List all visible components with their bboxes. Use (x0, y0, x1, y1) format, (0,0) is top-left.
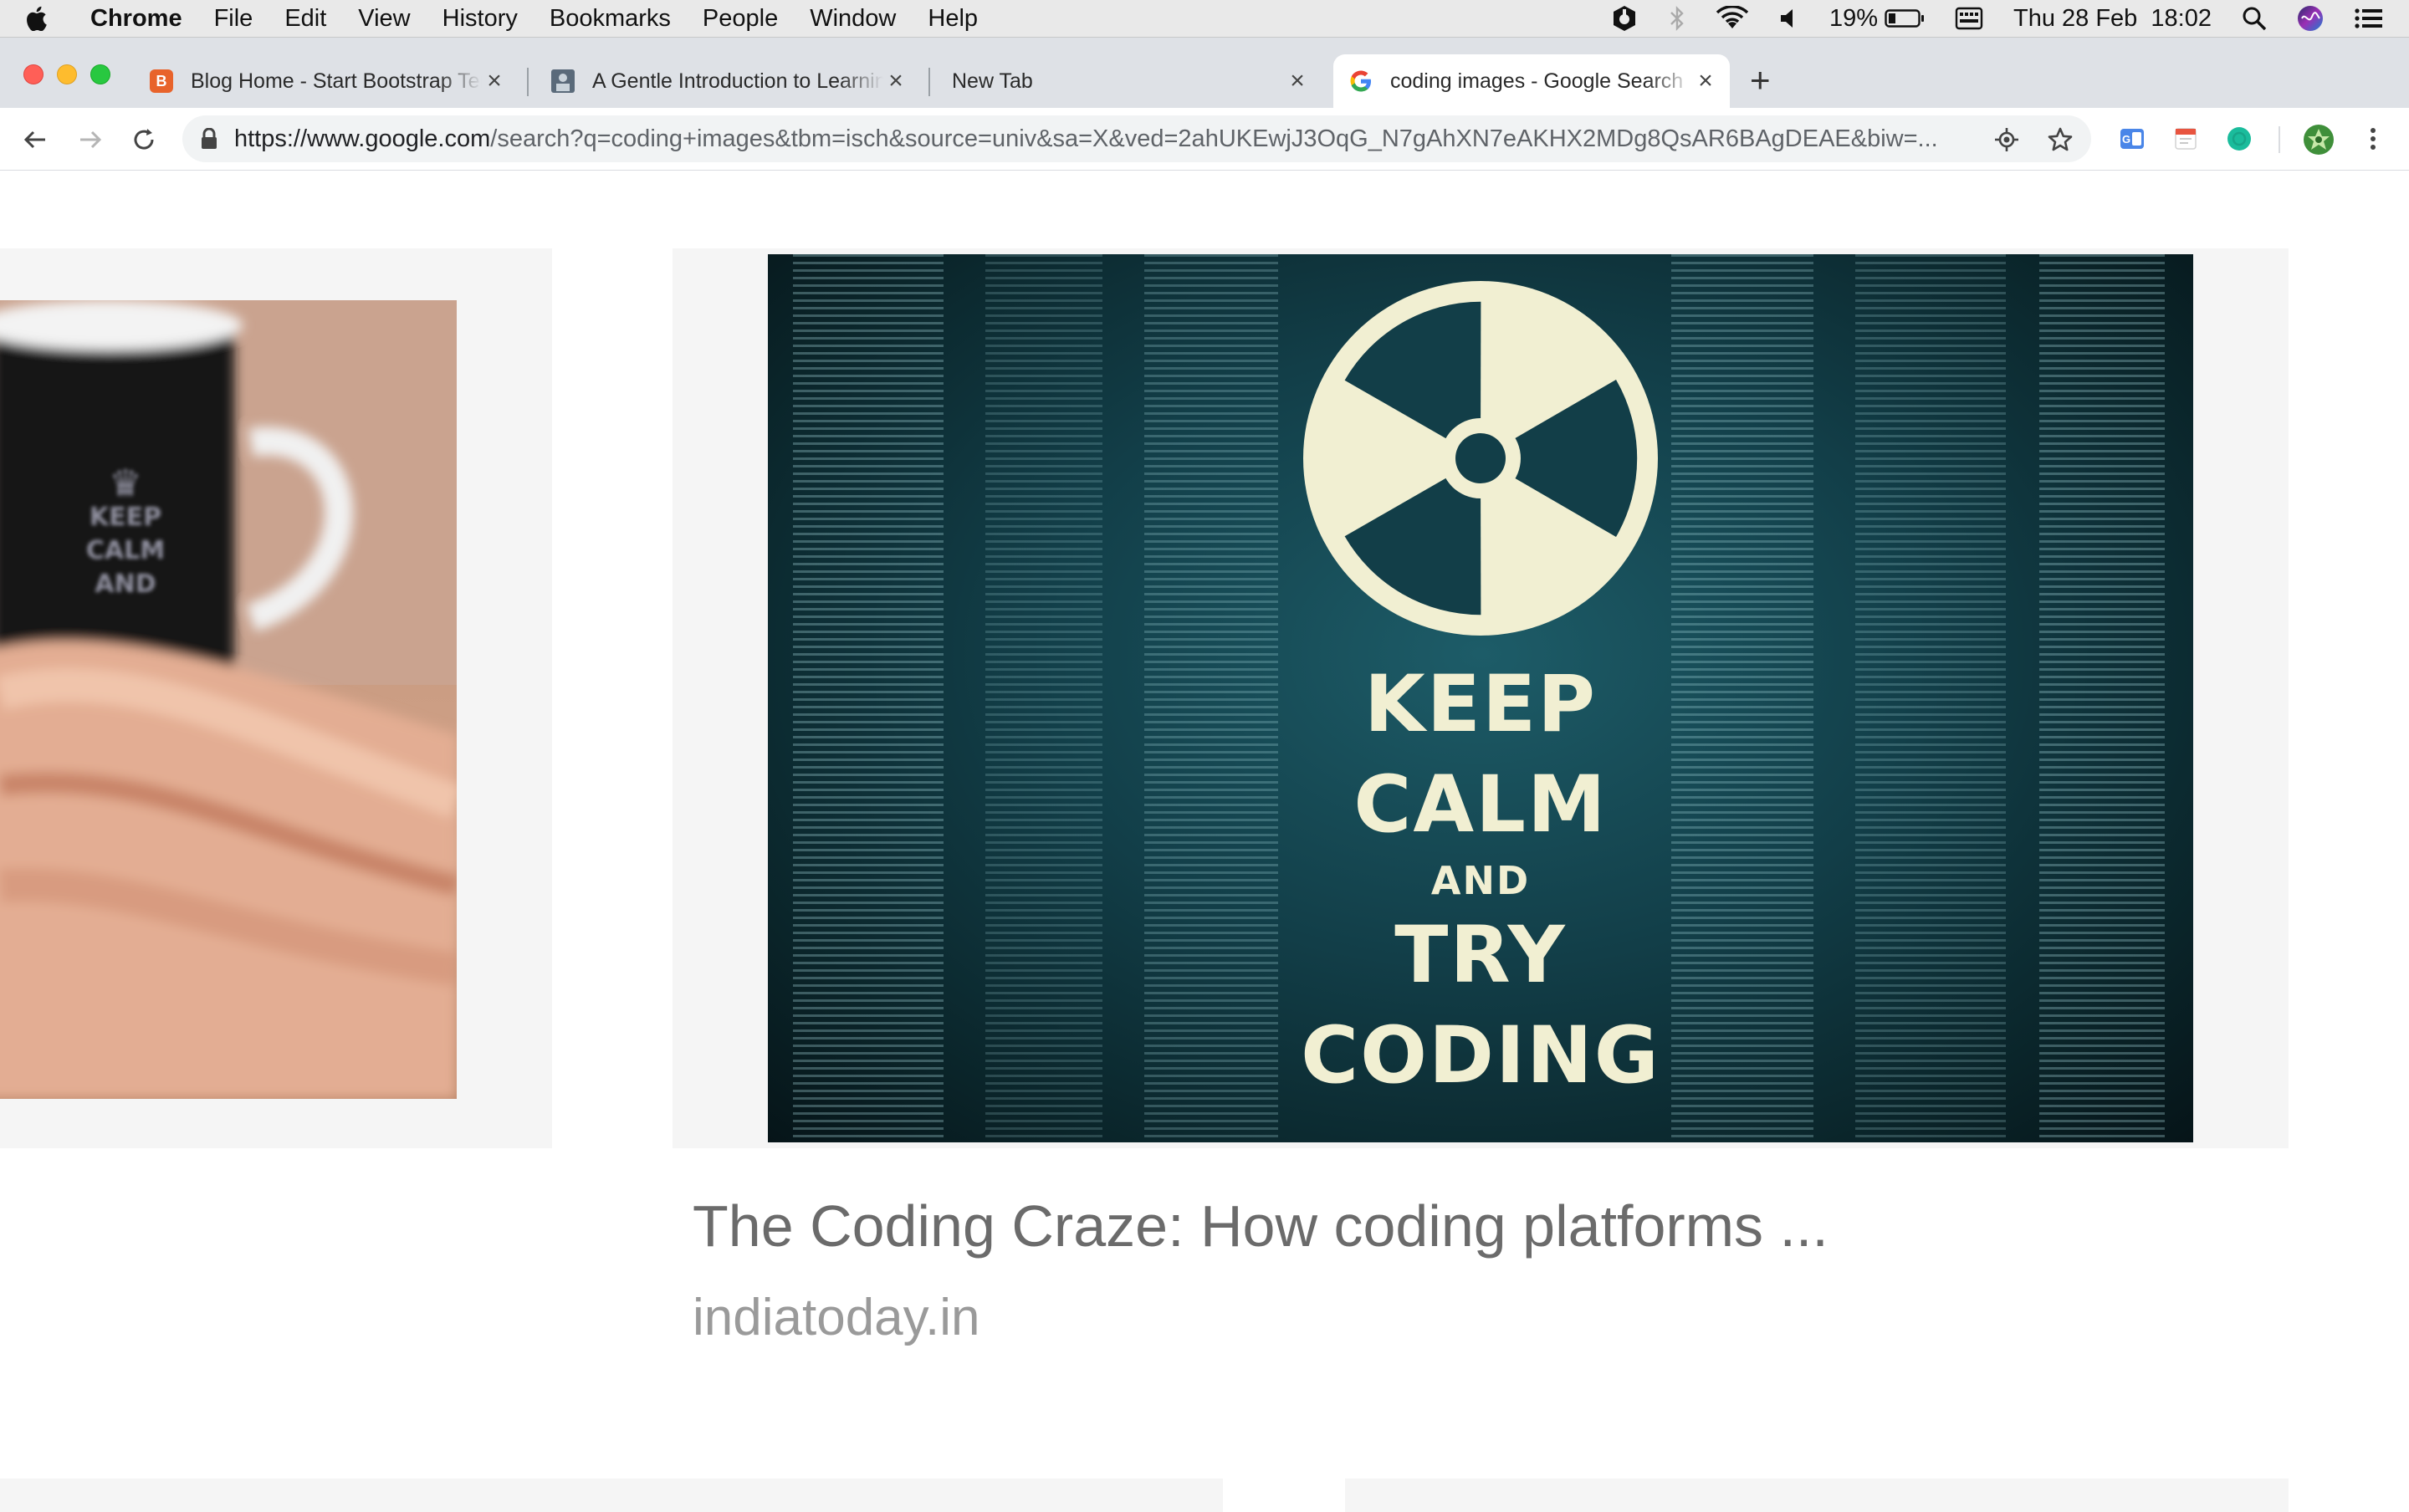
google-images-preview-panel: ♛ KEEP CALM AND KEEP CALM AND TRY CODING… (0, 171, 2409, 1512)
arrow-left-icon (23, 130, 45, 149)
tab-title: New Tab (952, 69, 1033, 93)
menu-help[interactable]: Help (928, 5, 978, 33)
malwarebytes-icon[interactable] (1610, 4, 1639, 33)
result-source-link[interactable]: indiatoday.in (693, 1288, 980, 1347)
mug-illustration (0, 300, 457, 1099)
spotlight-search-icon[interactable] (2242, 6, 2267, 31)
crown-icon: ♛ (109, 462, 142, 505)
reload-button[interactable] (127, 123, 161, 156)
forward-button[interactable] (74, 123, 107, 156)
battery-status: 19% (1829, 5, 1925, 33)
lock-icon[interactable] (201, 128, 217, 150)
mug-text-line: CALM (85, 536, 166, 565)
reload-icon (134, 129, 154, 150)
poster-calm: CALM (1353, 759, 1608, 850)
menu-edit[interactable]: Edit (284, 5, 326, 33)
result-title-link[interactable]: The Coding Craze: How coding platforms .… (693, 1193, 1828, 1259)
poster-keep: KEEP (1363, 659, 1598, 750)
close-icon[interactable]: × (1693, 67, 1718, 95)
macos-menu-bar: Chrome File Edit View History Bookmarks … (0, 0, 2409, 38)
toolbar-divider (2279, 126, 2280, 153)
back-button[interactable] (18, 123, 52, 156)
fullscreen-window-button[interactable] (90, 64, 110, 84)
volume-icon[interactable] (1779, 6, 1799, 31)
siri-icon[interactable] (2297, 5, 2324, 32)
minimize-window-button[interactable] (57, 64, 77, 84)
menu-people[interactable]: People (703, 5, 778, 33)
url-path: /search?q=coding+images&tbm=isch&source=… (490, 125, 1938, 152)
close-icon[interactable]: × (482, 67, 507, 95)
new-tab-button[interactable]: + (1750, 63, 1771, 98)
extension-translate-icon[interactable]: G (2118, 125, 2146, 153)
google-g-icon (1348, 69, 1373, 94)
tab-separator (928, 68, 930, 96)
bookmark-star-icon[interactable] (2046, 125, 2074, 154)
battery-icon[interactable] (1885, 8, 1925, 28)
related-image-card[interactable] (1345, 1479, 2289, 1512)
mug-print: ♛ KEEP CALM AND (50, 462, 201, 601)
keep-calm-coding-image[interactable]: KEEP CALM AND TRY CODING (768, 254, 2193, 1142)
extension-calendar-icon[interactable] (2171, 125, 2200, 153)
url-host: https://www.google.com (234, 125, 491, 152)
datetime[interactable]: Thu 28 Feb 18:02 (2013, 5, 2212, 33)
profile-avatar-icon[interactable] (2302, 123, 2335, 156)
location-target-icon[interactable] (1992, 125, 2021, 154)
menu-history[interactable]: History (442, 5, 518, 33)
tab-strip: B Blog Home - Start Bootstrap Template ×… (0, 38, 2409, 108)
tab-title: A Gentle Introduction to Learning (592, 69, 883, 93)
menubar-status-area: 19% Thu 28 Feb 18:02 (1610, 0, 2384, 37)
close-icon[interactable]: × (1285, 67, 1310, 95)
menu-window[interactable]: Window (810, 5, 896, 33)
address-bar[interactable]: https://www.google.com/search?q=coding+i… (182, 115, 2091, 162)
menu-view[interactable]: View (358, 5, 410, 33)
url-text[interactable]: https://www.google.com/search?q=coding+i… (234, 125, 1967, 153)
tab-new-tab[interactable]: New Tab × (937, 54, 1322, 108)
close-window-button[interactable] (23, 64, 43, 84)
tab-blog-home[interactable]: B Blog Home - Start Bootstrap Template × (134, 54, 519, 108)
notification-center-icon[interactable] (2354, 7, 2384, 30)
wifi-icon[interactable] (1716, 6, 1749, 31)
mug-text-line: AND (95, 570, 156, 599)
apple-menu-icon[interactable] (25, 6, 72, 31)
svg-text:G: G (2122, 133, 2130, 146)
chrome-menu-icon[interactable] (2359, 125, 2387, 153)
bluetooth-icon[interactable] (1669, 4, 1685, 33)
image-favicon-icon (550, 69, 575, 94)
battery-percent: 19% (1828, 4, 1878, 32)
menu-chrome[interactable]: Chrome (90, 5, 182, 33)
radiation-symbol-icon (1303, 281, 1658, 636)
keyboard-icon[interactable] (1955, 7, 1983, 30)
tab-gentle-introduction[interactable]: A Gentle Introduction to Learning × (535, 54, 920, 108)
svg-text:B: B (156, 73, 167, 89)
tab-separator (527, 68, 529, 96)
menu-bookmarks[interactable]: Bookmarks (550, 5, 671, 33)
tab-title: coding images - Google Search (1390, 69, 1684, 93)
extension-circle-icon[interactable] (2225, 125, 2253, 153)
close-icon[interactable]: × (883, 67, 908, 95)
tab-title: Blog Home - Start Bootstrap Template (191, 69, 482, 93)
poster-try: TRY (1394, 910, 1567, 1001)
menu-file[interactable]: File (214, 5, 253, 33)
browser-toolbar: https://www.google.com/search?q=coding+i… (0, 108, 2409, 171)
bootstrap-icon: B (149, 69, 174, 94)
poster-coding: CODING (1301, 1010, 1660, 1101)
poster-and: AND (1430, 858, 1531, 903)
related-image-card[interactable] (0, 1479, 1223, 1512)
mug-text-line: KEEP (89, 503, 162, 532)
arrow-right-icon (80, 130, 102, 149)
mug-thumbnail-image[interactable]: ♛ KEEP CALM AND (0, 300, 457, 1099)
tab-coding-images[interactable]: coding images - Google Search × (1333, 54, 1730, 108)
